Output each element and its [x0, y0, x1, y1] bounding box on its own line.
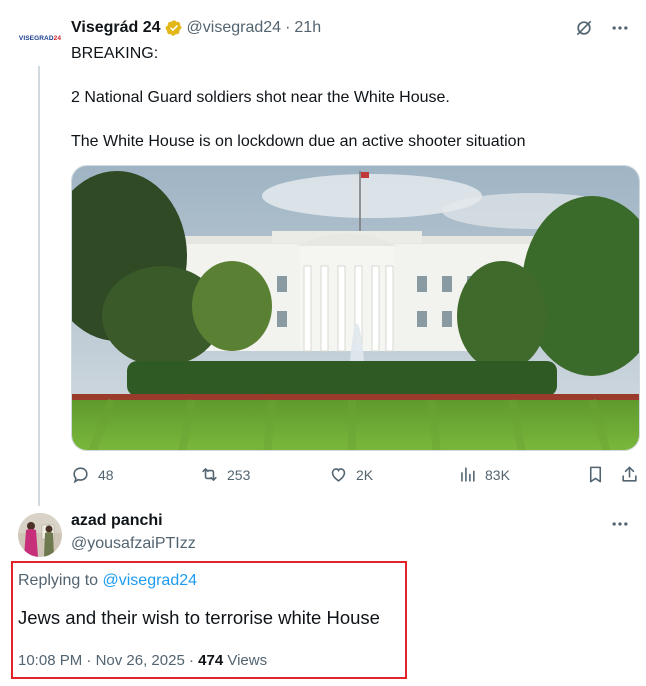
share-icon — [620, 465, 639, 484]
top-actions — [574, 18, 630, 38]
timestamp[interactable]: 21h — [294, 19, 321, 37]
replying-to-link[interactable]: @visegrad24 — [103, 572, 198, 589]
replying-to-label: Replying to — [18, 572, 99, 589]
reply-display-name[interactable]: azad panchi — [71, 512, 163, 530]
views-count: 83K — [485, 466, 510, 483]
bookmark-button[interactable] — [586, 465, 605, 484]
avatar[interactable]: VISEGRAD24 — [18, 16, 62, 60]
meta-separator: · — [86, 652, 92, 669]
thread-line — [38, 66, 40, 506]
avatar-photo — [18, 513, 62, 557]
reply-meta: 10:08 PM · Nov 26, 2025 · 474 Views — [18, 652, 267, 669]
reply-views-label: Views — [227, 652, 268, 669]
like-icon — [329, 465, 348, 484]
tweet-media-image[interactable] — [71, 165, 640, 451]
reply-icon — [71, 465, 90, 484]
grok-icon[interactable] — [574, 18, 594, 38]
tweet-text-line-2: 2 National Guard soldiers shot near the … — [71, 89, 450, 106]
reply-views-count: 474 — [198, 652, 224, 669]
reply-more-options-icon[interactable] — [610, 514, 630, 534]
repost-icon — [200, 465, 219, 484]
avatar-logo: VISEGRAD24 — [18, 34, 62, 42]
display-name[interactable]: Visegrád 24 — [71, 19, 161, 37]
reply-time[interactable]: 10:08 PM — [18, 652, 82, 669]
views-button[interactable]: 83K — [458, 465, 510, 484]
repost-count: 253 — [227, 466, 251, 483]
action-bar: 48 253 2K 83K — [71, 465, 640, 487]
handle[interactable]: @visegrad24 — [187, 19, 282, 37]
replying-to-line: Replying to @visegrad24 — [18, 572, 197, 590]
verified-badge-icon — [165, 19, 183, 37]
tweet-text-line-3: The White House is on lockdown due an ac… — [71, 133, 526, 150]
reply-count: 48 — [98, 466, 114, 483]
reply-text: Jews and their wish to terrorise white H… — [18, 607, 380, 628]
tweet-header: Visegrád 24 @visegrad24 · 21h — [71, 17, 321, 39]
like-count: 2K — [356, 466, 374, 483]
bookmark-icon — [586, 465, 605, 484]
tweet-text-line-1: BREAKING: — [71, 45, 159, 62]
reply-button[interactable]: 48 — [71, 465, 114, 484]
meta-separator-2: · — [188, 652, 194, 669]
repost-button[interactable]: 253 — [200, 465, 250, 484]
reply-avatar[interactable] — [18, 513, 62, 557]
like-button[interactable]: 2K — [329, 465, 373, 484]
more-options-icon[interactable] — [610, 18, 630, 38]
separator-dot: · — [285, 19, 291, 36]
reply-handle[interactable]: @yousafzaiPTIzz — [71, 535, 196, 553]
reply-date[interactable]: Nov 26, 2025 — [96, 652, 185, 669]
share-button[interactable] — [620, 465, 639, 484]
views-icon — [458, 465, 477, 484]
white-house-photo — [72, 166, 639, 450]
